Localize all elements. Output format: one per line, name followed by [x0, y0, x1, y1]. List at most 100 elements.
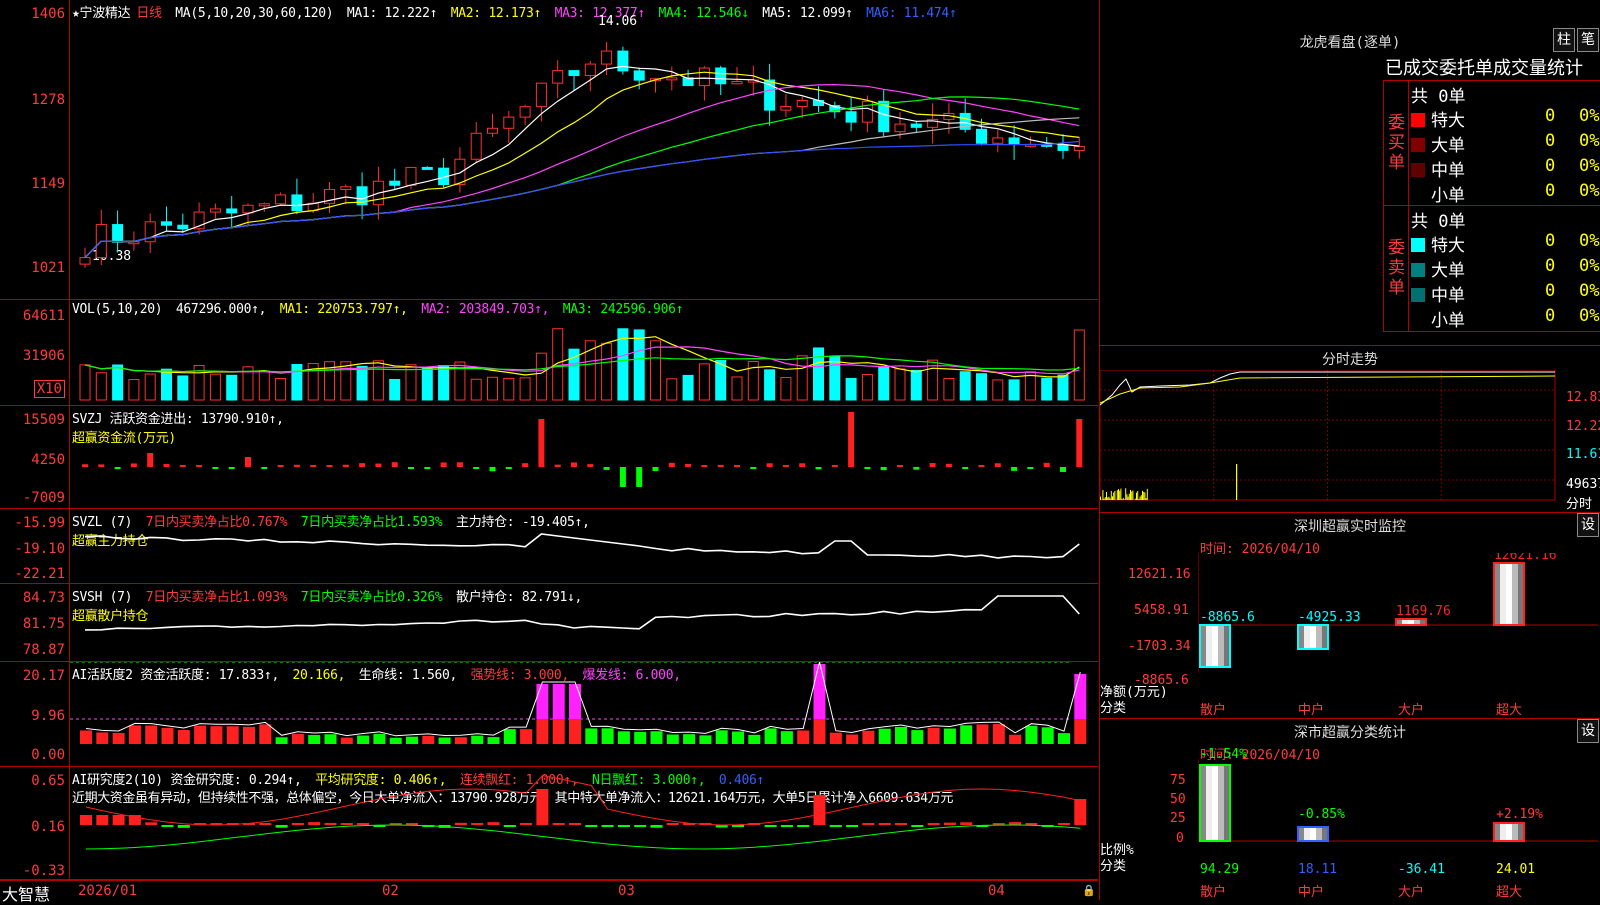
volume-panel[interactable]: 64611 31906 X10 VOL(5,10,20) 467296.000↑… — [0, 300, 1098, 406]
volume-bar — [977, 374, 987, 400]
y-label: 9.96 — [31, 708, 65, 724]
svzj-panel[interactable]: 15509 4250 -7009 SVZJ 活跃资金进出: 13790.910↑… — [0, 406, 1098, 509]
research-bar — [471, 823, 483, 825]
lock-icon[interactable]: 🔒 — [1082, 884, 1096, 897]
sz-class-panel[interactable]: 深市超赢分类统计 设 时间: 2026/04/10 75 50 25 0 比例%… — [1099, 718, 1600, 900]
candle-body — [292, 195, 302, 211]
bar-stripe — [1500, 823, 1506, 841]
volume-tick — [1100, 497, 1101, 500]
ma120-line — [85, 142, 1079, 258]
activity-bar — [911, 730, 923, 744]
activity-bar — [194, 726, 206, 744]
flow-bar — [669, 463, 675, 467]
candle-body — [471, 133, 481, 159]
activity-line — [86, 662, 1080, 736]
candle-body — [422, 167, 432, 169]
volume-chart[interactable] — [70, 300, 1097, 405]
volume-tick — [1120, 489, 1121, 500]
volume-tick — [1136, 493, 1137, 500]
activity-bar — [520, 729, 532, 744]
flow-bar — [131, 463, 137, 467]
flow-bar — [816, 467, 822, 469]
volume-tick — [1129, 494, 1130, 500]
activity-bar — [944, 729, 956, 744]
value-label: 18.11 — [1298, 862, 1337, 877]
bar-value-label: -8865.6 — [1200, 610, 1255, 625]
candlestick-chart[interactable] — [70, 0, 1097, 299]
cat-label: 中户 — [1298, 699, 1324, 718]
y-label: 0.00 — [31, 747, 65, 763]
volume-bar — [129, 379, 139, 400]
tick-mode-button[interactable]: 笔 — [1577, 28, 1599, 52]
svsh-chart[interactable] — [70, 584, 1097, 661]
y-label: -22.21 — [14, 566, 65, 582]
research-bar — [765, 825, 777, 827]
activity-bar — [569, 719, 581, 744]
sz-class-bars[interactable] — [1198, 749, 1599, 859]
intraday-chart[interactable] — [1100, 370, 1565, 510]
activity-bar — [651, 731, 663, 744]
ai-research-panel[interactable]: 0.65 0.16 -0.33 AI研究度2(10) 资金研究度: 0.294↑… — [0, 767, 1098, 880]
activity-bar — [781, 731, 793, 744]
svzl-panel[interactable]: -15.99 -19.10 -22.21 SVZL (7) 7日内买卖净占比0.… — [0, 509, 1098, 584]
cat-label: 超大 — [1496, 881, 1522, 900]
activity-bar — [162, 728, 174, 744]
flow-bar — [1076, 419, 1082, 467]
volume-bar — [634, 330, 644, 400]
volume-bar — [944, 378, 954, 400]
bar-stripe — [1304, 827, 1310, 841]
svzj-chart[interactable] — [70, 406, 1097, 508]
flow-bar — [734, 465, 740, 467]
flow-bar — [930, 463, 936, 467]
flow-bar — [147, 453, 153, 467]
volume-y-axis: 64611 31906 X10 — [0, 300, 70, 405]
y-label: 11.61 — [1566, 447, 1600, 462]
settings-button[interactable]: 设 — [1577, 719, 1599, 743]
candle-body — [846, 112, 856, 122]
candle-body — [1058, 145, 1068, 151]
volume-tick — [1123, 498, 1124, 500]
svzl-chart[interactable] — [70, 509, 1097, 583]
svsh-panel[interactable]: 84.73 81.75 78.87 SVSH (7) 7日内买卖净占比1.093… — [0, 584, 1098, 662]
flow-bar — [522, 463, 528, 467]
buy-total: 共 0单 — [1411, 82, 1465, 107]
svzl-y-axis: -15.99 -19.10 -22.21 — [0, 509, 70, 583]
volume-tick — [1147, 489, 1148, 500]
ai-research-chart[interactable] — [70, 767, 1097, 879]
research-bar — [162, 825, 174, 827]
settings-button[interactable]: 设 — [1577, 513, 1599, 537]
volume-tick — [1122, 499, 1123, 500]
flow-bar — [701, 465, 707, 467]
bar-mode-button[interactable]: 柱 — [1553, 28, 1575, 52]
fenshi-panel[interactable]: 分时走势 12.83 12.22 11.61 49637 分时 — [1099, 345, 1600, 512]
research-bar — [357, 823, 369, 825]
bar-stripe — [1500, 563, 1506, 625]
flow-bar — [441, 462, 447, 467]
bar-stripe — [1316, 827, 1322, 841]
sell-row-m: 中单00% — [1411, 281, 1600, 306]
volume-tick — [1146, 498, 1147, 500]
sell-total: 共 0单 — [1411, 207, 1465, 232]
sz-monitor-bars[interactable]: -8865.6-4925.331169.7612621.16 — [1198, 553, 1599, 713]
kline-panel[interactable]: 1406 1278 1149 1021 ★宁波精达日线 MA(5,10,20,3… — [0, 0, 1098, 300]
candle-body — [455, 159, 465, 184]
bar-stripe — [1316, 625, 1322, 649]
activity-bar — [618, 731, 630, 744]
y-label: 49637 — [1566, 477, 1600, 492]
candle-body — [1074, 146, 1084, 150]
research-bar — [602, 825, 614, 827]
y-label: 84.73 — [23, 590, 65, 606]
sz-monitor-panel[interactable]: 深圳超赢实时监控 设 时间: 2026/04/10 12621.16 5458.… — [1099, 512, 1600, 718]
fenshi-title: 分时走势 — [1100, 349, 1600, 369]
flow-bar — [245, 457, 251, 467]
ai-activity-panel[interactable]: 20.17 9.96 0.00 AI活跃度2 资金活跃度: 17.833↑, 2… — [0, 662, 1098, 767]
flow-bar — [375, 464, 381, 467]
ai-activity-chart[interactable] — [70, 662, 1097, 766]
activity-bar — [699, 735, 711, 744]
research-bar — [113, 815, 125, 825]
volume-bar — [276, 378, 286, 400]
bar-stripe — [1218, 625, 1224, 667]
volume-tick — [1110, 498, 1111, 500]
y-label: 0.65 — [31, 773, 65, 789]
flow-bar — [1044, 463, 1050, 467]
